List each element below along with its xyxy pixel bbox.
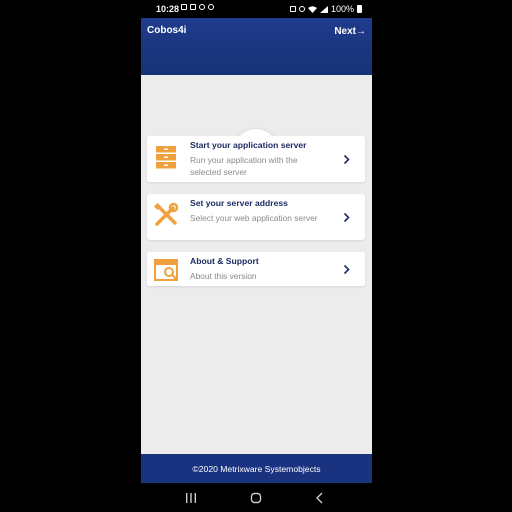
server-icon [156, 146, 176, 169]
card-title: About & Support [190, 256, 259, 266]
about-support-icon [154, 259, 178, 281]
next-button[interactable]: Next→ [334, 26, 366, 37]
footer: ©2020 Metrixware Systemobjects [141, 454, 372, 483]
settings-icon [199, 4, 205, 10]
home-icon[interactable] [249, 491, 263, 505]
chevron-right-icon [343, 154, 350, 165]
card-description: Select your web application server [190, 213, 318, 223]
system-icons: 100% [289, 4, 362, 14]
recent-apps-icon[interactable] [184, 491, 198, 505]
app-header: Cobos4i Next→ [141, 18, 372, 75]
alarm-icon [289, 6, 296, 12]
tools-icon [153, 202, 179, 226]
card-title: Set your server address [190, 198, 288, 208]
status-bar: 10:28 100% [141, 0, 372, 18]
chevron-right-icon [343, 264, 350, 275]
app-title: Cobos4i [147, 25, 187, 36]
notification-icons [181, 4, 214, 10]
card-description: About this version [190, 271, 257, 281]
card-start-server[interactable]: Start your application server Run your a… [147, 136, 365, 182]
main-content: Start your application server Run your a… [141, 75, 372, 454]
pinterest-icon [208, 4, 214, 10]
message-icon [181, 4, 187, 10]
card-title: Start your application server [190, 140, 307, 150]
chevron-right-icon [343, 212, 350, 223]
card-set-server-address[interactable]: Set your server address Select your web … [147, 194, 365, 240]
card-description: Run your application with the selected s… [190, 155, 298, 177]
gallery-icon [190, 4, 196, 10]
copyright-text: ©2020 Metrixware Systemobjects [192, 463, 321, 474]
card-about-support[interactable]: About & Support About this version [147, 252, 365, 286]
battery-percent: 100% [330, 4, 354, 14]
mute-icon [298, 6, 305, 12]
android-nav-bar [141, 483, 372, 512]
signal-icon [319, 5, 328, 13]
back-icon[interactable] [313, 491, 327, 505]
phone-screen: 10:28 100% Cobos4i Next→ Start your appl… [141, 0, 372, 512]
wifi-icon [307, 5, 317, 13]
battery-icon [357, 5, 362, 13]
status-time: 10:28 [156, 4, 180, 14]
